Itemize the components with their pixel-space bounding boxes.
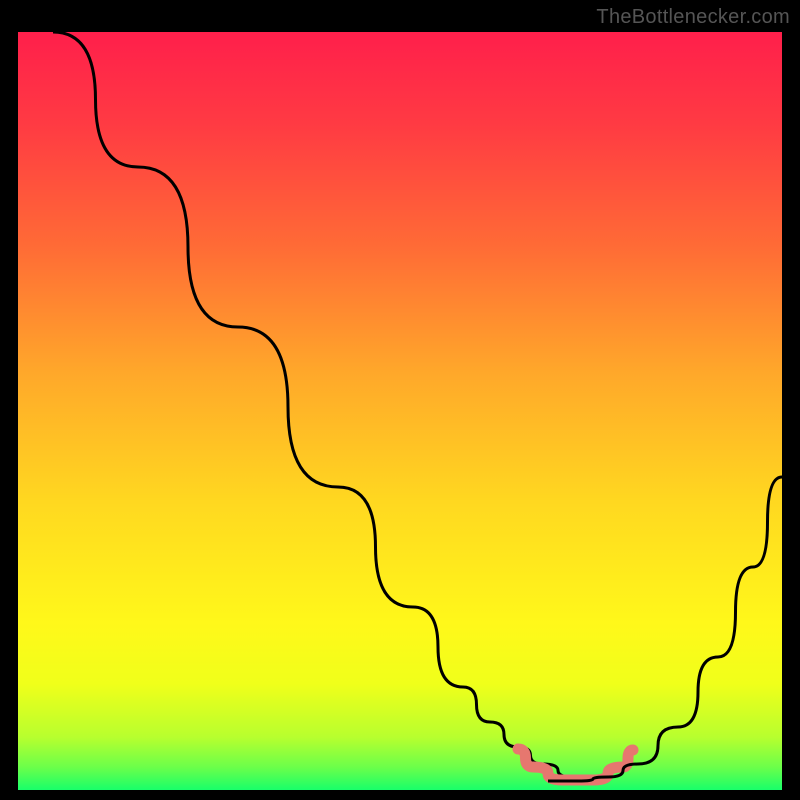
gradient-fill: [18, 32, 782, 790]
chart-plot: [18, 32, 782, 790]
chart-container: TheBottlenecker.com: [0, 0, 800, 800]
site-brand: TheBottlenecker.com: [596, 6, 790, 29]
